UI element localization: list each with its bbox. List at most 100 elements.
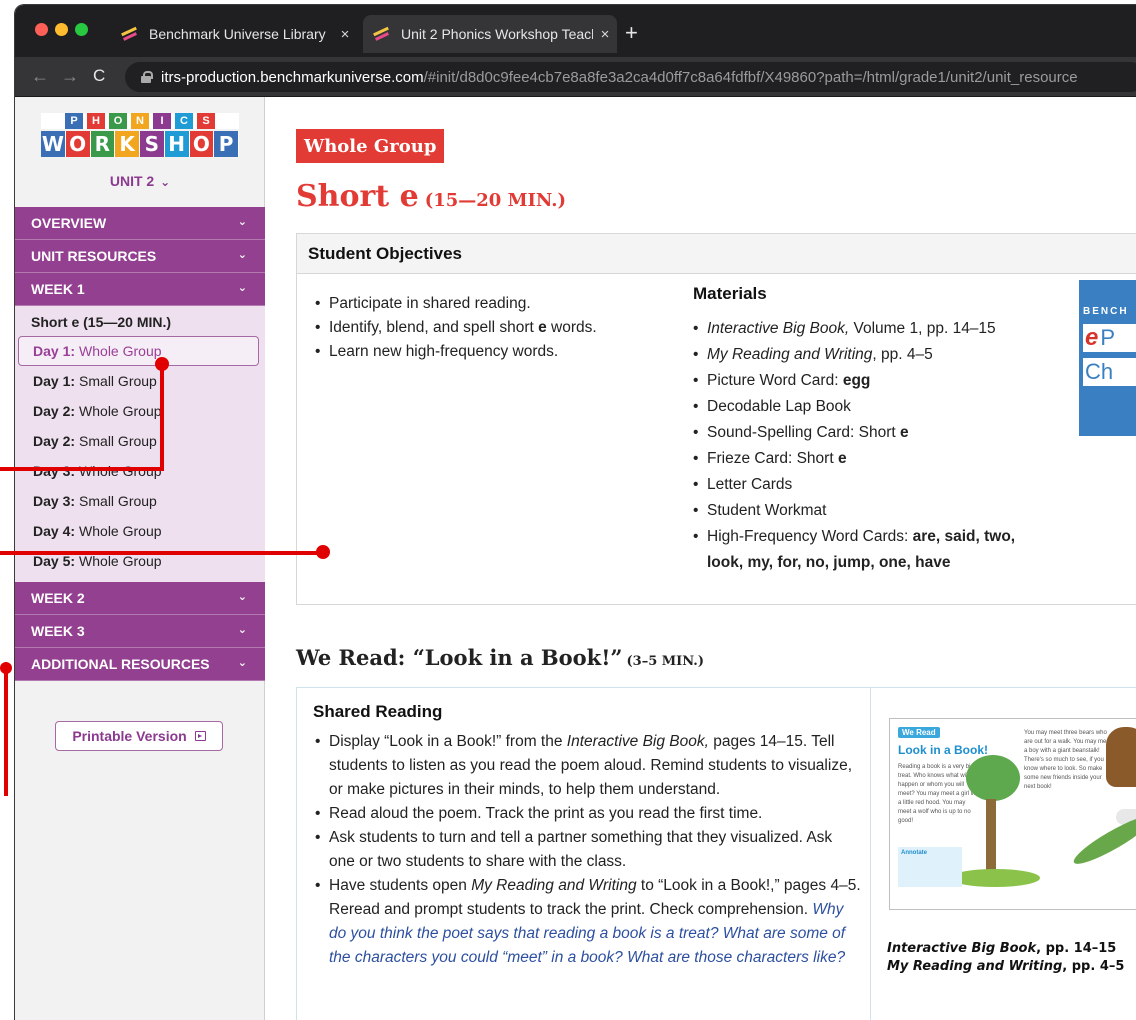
we-read-time: (3–5 MIN.) <box>626 654 704 669</box>
sidebar-day-item[interactable]: Day 1: Small Group <box>15 366 265 396</box>
minimize-window-button[interactable] <box>55 23 68 36</box>
sidebar-item-overview[interactable]: OVERVIEW ⌄ <box>15 207 265 240</box>
group-label: Whole Group <box>79 343 162 359</box>
tab-close-icon[interactable]: × <box>593 26 617 43</box>
week-1-panel: Short e (15—20 MIN.) Day 1: Whole Group Da… <box>15 306 265 582</box>
sidebar-item-label: WEEK 2 <box>31 590 85 606</box>
objectives-panel: Student Objectives Participate in shared… <box>296 233 1136 605</box>
sidebar-day-item[interactable]: Day 4: Whole Group <box>15 516 265 546</box>
sidebar-item-label: OVERVIEW <box>31 215 107 231</box>
sidebar-item-unit-resources[interactable]: UNIT RESOURCES ⌄ <box>15 240 265 273</box>
maximize-window-button[interactable] <box>75 23 88 36</box>
callout-line <box>160 364 164 471</box>
day-label: Day 3: <box>33 463 76 479</box>
list-item: Interactive Big Book, Volume 1, pp. 14–1… <box>693 316 1053 342</box>
callout-dot <box>316 545 330 559</box>
sidebar-item-week-2[interactable]: WEEK 2 ⌄ <box>15 582 265 615</box>
annotate-box: Annotate <box>898 847 962 887</box>
group-label: Small Group <box>79 493 157 509</box>
echeck-bench-text: BENCH <box>1083 306 1129 317</box>
logo-letter: O <box>65 131 91 157</box>
sidebar-day-item[interactable]: Day 3: Whole Group <box>15 456 265 486</box>
list-item: Display “Look in a Book!” from the Inter… <box>315 730 861 802</box>
caption-line-2: My Reading and Writing, pp. 4–5 <box>887 958 1124 976</box>
shared-reading-heading: Shared Reading <box>313 702 443 721</box>
tab-title: Unit 2 Phonics Workshop Teach <box>401 26 593 42</box>
day-label: Day 1: <box>33 343 76 359</box>
printable-version-label: Printable Version <box>72 728 187 744</box>
page-title: Short e (15—20 MIN.) <box>296 179 566 214</box>
logo-letter: C <box>175 113 193 129</box>
sidebar-item-additional-resources[interactable]: ADDITIONAL RESOURCES ⌄ <box>15 648 265 681</box>
chevron-down-icon: ⌄ <box>237 282 247 294</box>
logo-letter: S <box>197 113 215 129</box>
list-item: Picture Word Card: egg <box>693 368 1053 394</box>
callout-line <box>4 668 8 796</box>
we-read-heading: We Read: “Look in a Book!” (3–5 MIN.) <box>296 645 704 670</box>
sidebar-item-week-1[interactable]: WEEK 1 ⌄ <box>15 273 265 306</box>
shared-reading-list: Display “Look in a Book!” from the Inter… <box>315 730 861 970</box>
reload-icon[interactable]: C <box>93 66 105 86</box>
text-run: Display “Look in a Book!” from the <box>329 733 567 750</box>
logo-letter: W <box>41 131 66 157</box>
phonics-workshop-logo[interactable]: PHONICS WORKSHOP <box>41 113 239 157</box>
sidebar-day-item[interactable]: Day 2: Small Group <box>15 426 265 456</box>
text-run: , pp. 4–5 <box>1062 959 1125 974</box>
echeck-rest: P <box>1100 325 1116 350</box>
logo-letter: I <box>153 113 171 129</box>
sidebar-day-item[interactable]: Day 1: Whole Group <box>18 336 259 366</box>
chevron-down-icon: ⌄ <box>237 216 247 228</box>
materials-list: Interactive Big Book, Volume 1, pp. 14–1… <box>693 316 1053 576</box>
big-book-thumbnail[interactable]: We Read Look in a Book! Reading a book i… <box>889 718 1136 910</box>
printable-version-button[interactable]: Printable Version <box>55 721 223 751</box>
text-run: Interactive Big Book, <box>566 733 709 750</box>
tab-phonics-workshop[interactable]: Unit 2 Phonics Workshop Teach × <box>363 15 617 53</box>
close-window-button[interactable] <box>35 23 48 36</box>
annotate-label: Annotate <box>901 850 927 856</box>
we-read-title: We Read: “Look in a Book!” <box>296 645 623 670</box>
text-run: My Reading and Writing <box>471 877 637 894</box>
materials-heading: Materials <box>693 284 767 303</box>
list-item: Participate in shared reading. <box>315 292 675 316</box>
lesson-title-text: Short e <box>296 179 419 214</box>
day-label: Day 3: <box>33 493 76 509</box>
shared-reading-column: Shared Reading Display “Look in a Book!”… <box>297 688 871 1020</box>
tab-benchmark-library[interactable]: Benchmark Universe Library × <box>111 15 357 53</box>
callout-line <box>0 551 322 555</box>
text-run: Interactive Big Book <box>887 941 1037 956</box>
url-field[interactable]: itrs-production.benchmarkuniverse.com/#i… <box>125 62 1136 92</box>
echeck-line-1: eP <box>1083 324 1136 352</box>
chevron-down-icon: ⌄ <box>237 591 247 603</box>
objectives-heading: Student Objectives <box>297 234 1136 274</box>
lock-icon <box>141 71 153 83</box>
benchmark-favicon-icon <box>373 27 391 41</box>
sidebar-item-week-3[interactable]: WEEK 3 ⌄ <box>15 615 265 648</box>
chevron-down-icon: ⌄ <box>237 249 247 261</box>
objectives-list: Participate in shared reading. Identify,… <box>315 292 675 364</box>
list-item: Read aloud the poem. Track the print as … <box>315 802 861 826</box>
back-arrow-icon[interactable]: ← <box>31 66 49 87</box>
browser-window: Benchmark Universe Library × Unit 2 Phon… <box>14 4 1136 1020</box>
logo-letter: S <box>140 131 165 157</box>
sidebar-day-item[interactable]: Day 3: Small Group <box>15 486 265 516</box>
sidebar-item-label: WEEK 1 <box>31 281 85 297</box>
caption-line-1: Interactive Big Book, pp. 14–15 <box>887 940 1124 958</box>
forward-arrow-icon[interactable]: → <box>61 66 79 87</box>
tab-close-icon[interactable]: × <box>333 26 357 43</box>
tab-bar: Benchmark Universe Library × Unit 2 Phon… <box>15 5 1136 57</box>
book-caption: Interactive Big Book, pp. 14–15 My Readi… <box>887 940 1124 976</box>
sidebar-day-item[interactable]: Day 2: Whole Group <box>15 396 265 426</box>
sidebar-item-label: WEEK 3 <box>31 623 85 639</box>
new-tab-button[interactable]: + <box>625 21 638 45</box>
unit-label: UNIT 2 <box>109 173 155 189</box>
bear-illustration <box>1106 727 1136 787</box>
benchmark-favicon-icon <box>121 27 139 41</box>
main-content: Whole Group Short e (15—20 MIN.) Student … <box>296 97 1136 1020</box>
echeck-thumbnail[interactable]: BENCH eP Ch <box>1079 280 1136 436</box>
logo-letter: H <box>87 113 105 129</box>
text-run: Have students open <box>329 877 472 894</box>
chevron-down-icon: ⌄ <box>237 657 247 669</box>
group-label: Small Group <box>79 373 157 389</box>
unit-selector[interactable]: UNIT 2 ⌄ <box>15 173 265 189</box>
list-item: Learn new high-frequency words. <box>315 340 675 364</box>
